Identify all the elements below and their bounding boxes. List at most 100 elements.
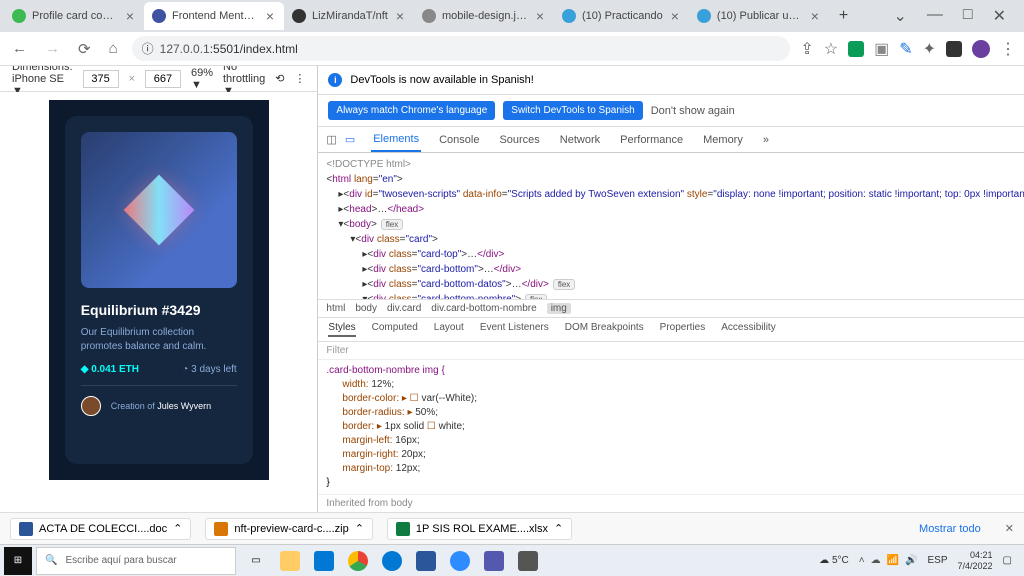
wifi-icon[interactable]: 📶 — [887, 555, 899, 566]
chrome-icon[interactable] — [342, 547, 374, 575]
maximize-icon[interactable]: □ — [963, 6, 973, 26]
devtools-panel: i DevTools is now available in Spanish! … — [318, 66, 1024, 512]
download-item[interactable]: 1P SIS ROL EXAME....xlsx⌃ — [387, 518, 572, 540]
download-item[interactable]: ACTA DE COLECCI....doc⌃ — [10, 518, 191, 540]
download-item[interactable]: nft-preview-card-c....zip⌃ — [205, 518, 373, 540]
styles-filter-row: Filter :hov .cls + ⧉ — [318, 342, 1024, 360]
new-tab-button[interactable]: + — [829, 7, 858, 25]
url-input[interactable]: ⓘ 127.0.0.1:5501/index.html — [132, 36, 791, 61]
css-rules[interactable]: style.css?_…19072770:81.card-bottom-nomb… — [318, 360, 1024, 494]
tab-4[interactable]: (10) Practicando× — [554, 2, 689, 30]
tab-styles[interactable]: Styles — [328, 322, 355, 337]
volume-icon[interactable]: 🔊 — [905, 555, 917, 566]
tab-memory[interactable]: Memory — [701, 127, 745, 152]
extension-icon[interactable] — [946, 41, 962, 57]
extension-icon[interactable] — [848, 41, 864, 57]
device-toolbar: Dimensions: iPhone SE ▼ × 69% ▼ No throt… — [0, 66, 317, 92]
styles-tabs: Styles Computed Layout Event Listeners D… — [318, 318, 1024, 342]
tab-2[interactable]: LizMirandaT/nft× — [284, 2, 414, 30]
tab-event-listeners[interactable]: Event Listeners — [480, 322, 549, 337]
tab-properties[interactable]: Properties — [660, 322, 706, 337]
inherited-from: Inherited from body — [318, 494, 1024, 512]
dont-show-link[interactable]: Don't show again — [651, 105, 735, 117]
explorer-icon[interactable] — [274, 547, 306, 575]
camera-icon[interactable]: ▣ — [874, 39, 889, 59]
height-input[interactable] — [145, 70, 181, 88]
tab-dom-breakpoints[interactable]: DOM Breakpoints — [565, 322, 644, 337]
dom-breadcrumb[interactable]: html body div.card div.card-bottom-nombr… — [318, 299, 1024, 318]
minimize-icon[interactable]: ― — [927, 6, 943, 26]
nft-image[interactable] — [81, 132, 237, 288]
tab-network[interactable]: Network — [558, 127, 602, 152]
weather-widget[interactable]: ☁ 5°C — [819, 555, 849, 566]
close-icon[interactable]: × — [669, 8, 681, 24]
close-icon[interactable]: × — [534, 8, 546, 24]
close-icon[interactable]: × — [124, 8, 136, 24]
zoom-icon[interactable] — [444, 547, 476, 575]
tab-performance[interactable]: Performance — [618, 127, 685, 152]
tab-3[interactable]: mobile-design.jpg × — [414, 2, 554, 30]
tab-title: mobile-design.jpg — [442, 10, 528, 22]
width-input[interactable] — [83, 70, 119, 88]
home-icon[interactable]: ⌂ — [105, 40, 122, 57]
close-icon[interactable]: × — [264, 8, 276, 24]
app-icon[interactable] — [512, 547, 544, 575]
language-indicator[interactable]: ESP — [927, 555, 947, 566]
chevron-up-icon[interactable]: ˄ — [859, 555, 865, 566]
puzzle-icon[interactable]: ✦ — [923, 39, 936, 59]
dom-tree[interactable]: <!DOCTYPE html> <html lang="en"> ▸<div i… — [318, 153, 1024, 299]
show-all-link[interactable]: Mostrar todo — [919, 523, 981, 535]
info-icon: i — [328, 73, 342, 87]
info-icon: ⓘ — [142, 40, 154, 57]
menu-icon[interactable]: ⋮ — [1000, 39, 1016, 59]
star-icon[interactable]: ☆ — [824, 39, 838, 59]
onedrive-icon[interactable]: ☁ — [871, 555, 881, 566]
rotate-icon[interactable]: ⟲ — [275, 72, 284, 85]
device-toggle-icon[interactable]: ▭ — [345, 133, 355, 146]
notifications-icon[interactable]: ▢ — [1003, 555, 1012, 566]
tab-elements[interactable]: Elements — [371, 127, 421, 152]
tab-0[interactable]: Profile card compo× — [4, 2, 144, 30]
profile-avatar[interactable] — [972, 40, 990, 58]
tab-sources[interactable]: Sources — [497, 127, 541, 152]
tab-more[interactable]: » — [761, 127, 771, 152]
tab-accessibility[interactable]: Accessibility — [721, 322, 775, 337]
creator-name[interactable]: Jules Wyvern — [157, 401, 211, 411]
close-icon[interactable]: × — [809, 8, 821, 24]
devtools-tabs: ◫ ▭ Elements Console Sources Network Per… — [318, 127, 1024, 153]
start-button[interactable]: ⊞ — [4, 547, 32, 575]
word-icon[interactable] — [410, 547, 442, 575]
vscode-icon[interactable] — [308, 547, 340, 575]
avatar — [81, 396, 101, 416]
tab-5[interactable]: (10) Publicar una re× — [689, 2, 829, 30]
task-view-icon[interactable]: ▭ — [240, 547, 272, 575]
tab-computed[interactable]: Computed — [372, 322, 418, 337]
reload-icon[interactable]: ⟳ — [74, 40, 95, 58]
teams-icon[interactable] — [478, 547, 510, 575]
tab-layout[interactable]: Layout — [434, 322, 464, 337]
chevron-down-icon[interactable]: ⌄ — [894, 6, 907, 26]
close-window-icon[interactable]: ✕ — [993, 6, 1006, 26]
close-icon[interactable]: ✕ — [1005, 522, 1014, 535]
tab-title: Frontend Mentor | — [172, 10, 258, 22]
more-icon[interactable]: ⋮ — [294, 72, 305, 85]
inspect-icon[interactable]: ◫ — [326, 133, 336, 146]
edge-icon[interactable] — [376, 547, 408, 575]
tab-1[interactable]: Frontend Mentor | × — [144, 2, 284, 30]
tab-console[interactable]: Console — [437, 127, 481, 152]
feather-icon[interactable]: ✎ — [899, 39, 912, 59]
close-icon[interactable]: × — [394, 8, 406, 24]
match-language-button[interactable]: Always match Chrome's language — [328, 101, 495, 120]
switch-language-button[interactable]: Switch DevTools to Spanish — [503, 101, 642, 120]
nft-days-left: ◔ 3 days left — [182, 364, 236, 375]
nft-price: ◆ 0.041 ETH — [81, 364, 139, 375]
filter-input[interactable]: Filter — [326, 345, 348, 356]
search-input[interactable]: 🔍 Escribe aquí para buscar — [36, 547, 236, 575]
share-icon[interactable]: ⇪ — [800, 39, 813, 59]
back-icon[interactable]: ← — [8, 40, 31, 57]
downloads-bar: ACTA DE COLECCI....doc⌃ nft-preview-card… — [0, 512, 1024, 544]
forward-icon[interactable]: → — [41, 40, 64, 57]
nft-card: Equilibrium #3429 Our Equilibrium collec… — [65, 116, 253, 464]
zoom-select[interactable]: 69% ▼ — [191, 67, 213, 91]
clock[interactable]: 04:21 7/4/2022 — [958, 550, 993, 572]
